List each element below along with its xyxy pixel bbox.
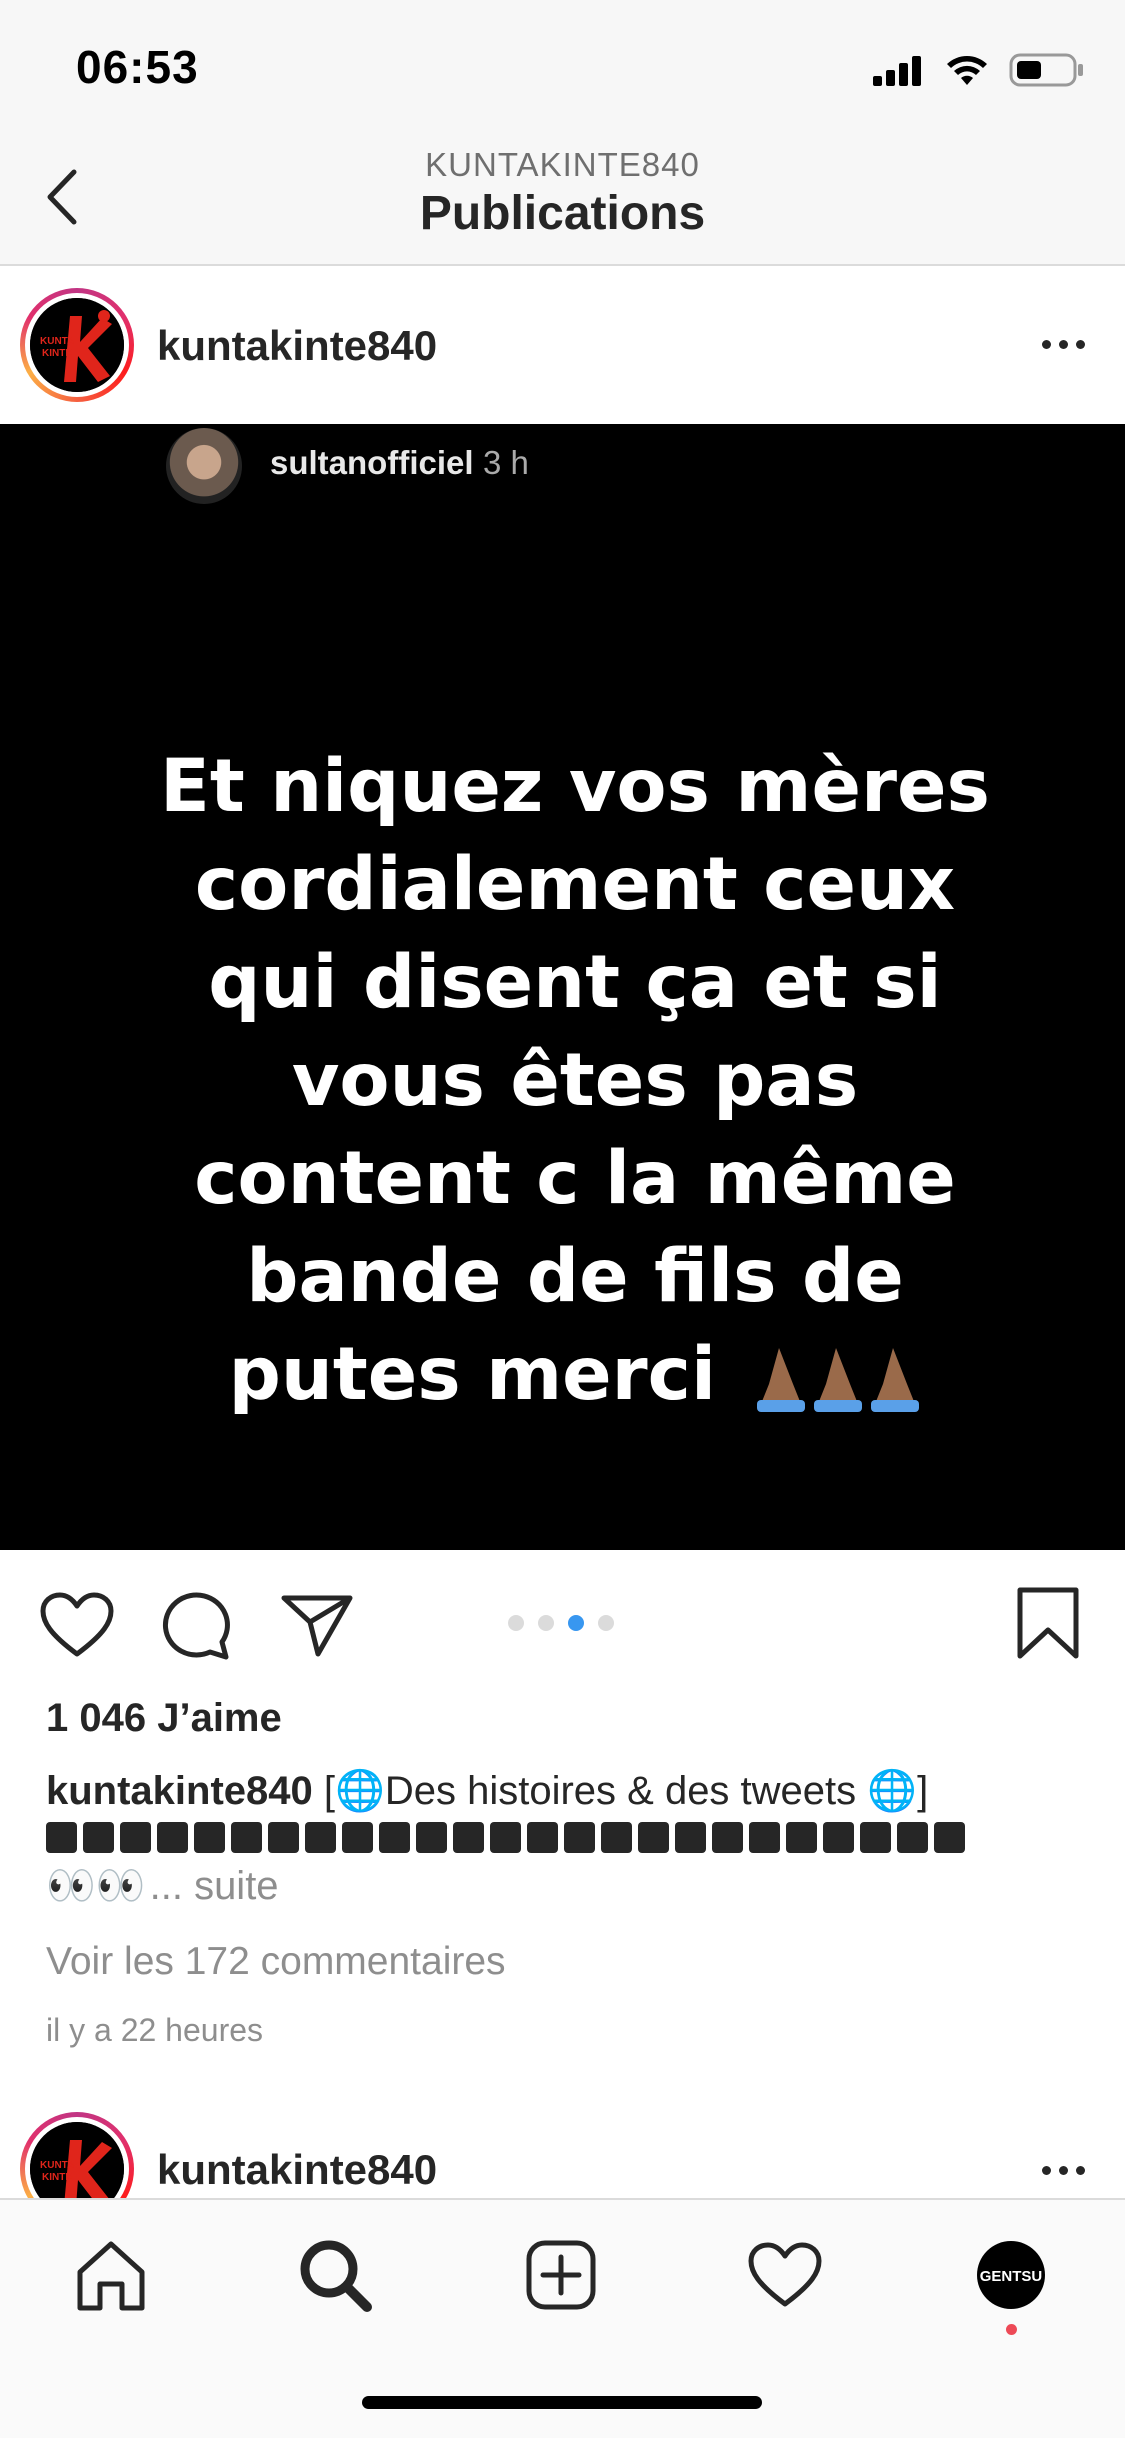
story-text-body: Et niquez vos mères cordialement ceux qu… (160, 744, 990, 1417)
heart-icon (748, 2242, 822, 2307)
like-button[interactable] (40, 1592, 114, 1663)
tab-profile[interactable]: GENTSU (966, 2230, 1056, 2320)
battery-icon (1009, 53, 1083, 87)
comment-icon (162, 1592, 230, 1660)
view-comments-link[interactable]: Voir les 172 commentaires (46, 1940, 506, 1984)
more-options-icon[interactable] (1042, 340, 1085, 349)
share-button[interactable] (280, 1592, 354, 1663)
status-icons (873, 50, 1085, 90)
nav-bar: KUNTAKINTE840 Publications (0, 132, 1125, 266)
home-indicator[interactable] (362, 2396, 762, 2409)
heart-icon (40, 1592, 114, 1657)
tab-home[interactable] (66, 2230, 156, 2320)
wifi-icon (947, 56, 987, 85)
profile-avatar: GENTSU (977, 2241, 1045, 2309)
paper-plane-icon (281, 1595, 353, 1657)
post-timestamp: il y a 22 heures (46, 2012, 264, 2048)
avatar[interactable]: KUNTA KINTE (20, 288, 134, 402)
post-username[interactable]: kuntakinte840 (157, 2146, 437, 2194)
avatar[interactable]: KUNTA KINTE (20, 2112, 134, 2198)
kunta-kinte-logo: KUNTA KINTE (30, 298, 124, 392)
svg-text:KUNTA: KUNTA (40, 2160, 74, 2171)
globe-icon: 🌐 (335, 1769, 385, 1813)
eyes-icon: 👀👀 (46, 1864, 146, 1908)
next-post-header: KUNTA KINTE kuntakinte840 (0, 2110, 1125, 2198)
carousel-dot (538, 1615, 554, 1631)
story-text: Et niquez vos mères cordialement ceux qu… (160, 738, 990, 1424)
caption-username[interactable]: kuntakinte840 (46, 1769, 313, 1813)
signal-icon (873, 56, 921, 86)
bookmark-icon (1017, 1587, 1079, 1659)
notification-dot (1006, 2324, 1017, 2335)
svg-text:KINTE: KINTE (42, 348, 72, 359)
post-header: KUNTA KINTE kuntakinte840 (0, 266, 1125, 424)
status-time: 06:53 (76, 41, 199, 93)
tab-search[interactable] (290, 2230, 380, 2320)
svg-text:KUNTA: KUNTA (40, 336, 74, 347)
plus-square-icon (526, 2240, 596, 2310)
comment-button[interactable] (162, 1592, 232, 1665)
kunta-kinte-logo: KUNTA KINTE (30, 2122, 124, 2198)
search-icon (300, 2240, 372, 2312)
globe-icon: 🌐 (867, 1769, 918, 1813)
caption-line: kuntakinte840 [🌐Des histoires & des twee… (46, 1769, 929, 1813)
svg-text:GENTSU: GENTSU (980, 2268, 1043, 2285)
page-title: Publications (419, 187, 706, 240)
post-username[interactable]: kuntakinte840 (157, 322, 437, 370)
nav-subtitle: KUNTAKINTE840 (425, 146, 700, 183)
carousel-dot-active (568, 1615, 584, 1631)
home-icon (77, 2241, 145, 2311)
story-username: sultanofficiel (270, 444, 474, 481)
more-options-icon[interactable] (1042, 2166, 1085, 2175)
more-link[interactable]: ... suite (150, 1859, 279, 1913)
story-avatar (166, 428, 242, 504)
carousel-dot (508, 1615, 524, 1631)
carousel-indicator (508, 1615, 614, 1631)
tab-new-post[interactable] (516, 2230, 606, 2320)
tab-activity[interactable] (740, 2230, 830, 2320)
caption: kuntakinte840 [🌐Des histoires & des twee… (46, 1764, 1086, 1913)
status-bar: 06:53 (0, 0, 1125, 132)
carousel-dot (598, 1615, 614, 1631)
black-squares-row (46, 1822, 1086, 1853)
story-time: 3 h (483, 444, 529, 481)
save-button[interactable] (1016, 1586, 1080, 1665)
praying-hands-icon (751, 1344, 921, 1414)
svg-text:KINTE: KINTE (42, 2172, 72, 2183)
likes-count[interactable]: 1 046 J’aime (46, 1696, 282, 1741)
caption-line: 👀👀 ... suite (46, 1859, 1086, 1913)
